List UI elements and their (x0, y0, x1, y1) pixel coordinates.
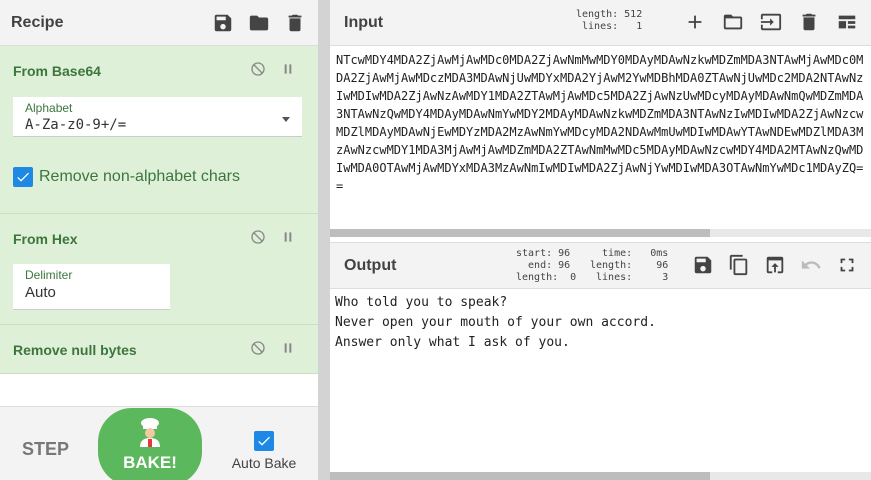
alphabet-value: A-Za-z0-9+/= (25, 117, 127, 133)
output-line: Answer only what I ask of you. (335, 335, 570, 350)
maximise-output-button[interactable] (835, 253, 859, 277)
copy-output-button[interactable] (727, 253, 751, 277)
operation-remove-null-bytes[interactable]: Remove null bytes (0, 325, 318, 374)
upload-box-icon (766, 256, 784, 274)
save-icon (214, 14, 232, 31)
trash-icon (802, 13, 816, 31)
operation-controls (250, 229, 296, 245)
undo-icon (801, 260, 821, 269)
disable-icon[interactable] (250, 61, 266, 77)
output-line: Never open your mouth of your own accord… (335, 315, 656, 330)
io-pane: Input length: 512 lines: 1 NTcwMDY4MDA2Z… (330, 0, 871, 480)
auto-bake-checkbox[interactable] (254, 431, 274, 451)
delimiter-field[interactable]: Delimiter Auto (13, 264, 170, 310)
recipe-header: Recipe (0, 0, 318, 46)
auto-bake-label: Auto Bake (231, 455, 297, 471)
input-header: Input length: 512 lines: 1 (330, 0, 871, 46)
remove-non-alphabet-checkbox-row[interactable]: Remove non-alphabet chars (13, 167, 240, 187)
output-textarea[interactable]: Who told you to speak? Never open your m… (330, 290, 871, 470)
delimiter-value: Auto (25, 284, 56, 301)
output-title: Output (344, 257, 397, 274)
pause-icon[interactable] (280, 340, 296, 356)
recipe-pane: Recipe From Base64 Alphabet A-Za-z0-9+/= (0, 0, 318, 480)
operation-controls (250, 340, 296, 356)
pause-icon[interactable] (280, 61, 296, 77)
plus-icon (688, 15, 702, 29)
output-stats-left: start: 96 end: 96 length: 0 (516, 248, 577, 283)
alphabet-label: Alphabet (25, 101, 73, 115)
delimiter-label: Delimiter (25, 268, 73, 282)
chef-icon (140, 418, 160, 447)
remove-non-alphabet-label: Remove non-alphabet chars (39, 168, 241, 185)
clear-recipe-button[interactable] (283, 11, 307, 35)
bake-button[interactable]: BAKE! (98, 408, 202, 480)
input-stats: length: 512 lines: 1 (576, 9, 643, 32)
save-recipe-button[interactable] (211, 11, 235, 35)
input-scrollbar[interactable] (330, 229, 871, 237)
bake-label: BAKE! (123, 453, 177, 472)
output-toolbar (691, 253, 859, 277)
input-file-icon (760, 13, 782, 31)
replace-input-button[interactable] (763, 253, 787, 277)
save-output-button[interactable] (691, 253, 715, 277)
input-title: Input (344, 14, 384, 31)
undo-button[interactable] (799, 253, 823, 277)
output-scrollbar[interactable] (330, 472, 871, 480)
operation-title: From Hex (13, 231, 78, 247)
fullscreen-icon (840, 258, 854, 272)
reset-layout-button[interactable] (835, 10, 859, 34)
chevron-down-icon[interactable] (282, 117, 290, 122)
output-scrollbar-thumb[interactable] (330, 472, 710, 480)
operation-title: Remove null bytes (13, 342, 137, 358)
disable-icon[interactable] (250, 340, 266, 356)
operation-controls (250, 61, 296, 77)
auto-bake-toggle[interactable]: Auto Bake (232, 431, 296, 471)
recipe-controls: STEP BAKE! Auto Bake (0, 406, 318, 480)
output-header: Output start: 96 end: 96 length: 0 time:… (330, 242, 871, 289)
output-line: Who told you to speak? (335, 295, 508, 310)
operation-from-hex[interactable]: From Hex Delimiter Auto (0, 214, 318, 325)
load-recipe-button[interactable] (247, 11, 271, 35)
remove-non-alphabet-checkbox[interactable] (13, 167, 33, 187)
folder-outline-icon (723, 14, 743, 30)
operation-from-base64[interactable]: From Base64 Alphabet A-Za-z0-9+/= Remove… (0, 46, 318, 214)
clear-input-button[interactable] (797, 10, 821, 34)
input-toolbar (683, 10, 859, 34)
output-stats-right: time: 0ms length: 96 lines: 3 (590, 248, 669, 283)
disable-icon[interactable] (250, 229, 266, 245)
pause-icon[interactable] (280, 229, 296, 245)
folder-icon (249, 15, 269, 30)
alphabet-field[interactable]: Alphabet A-Za-z0-9+/= (13, 97, 302, 137)
step-button[interactable]: STEP (22, 439, 69, 460)
input-scrollbar-thumb[interactable] (330, 229, 710, 237)
open-file-button[interactable] (759, 10, 783, 34)
copy-icon (729, 254, 748, 276)
check-icon (17, 172, 29, 182)
recipe-header-icons (211, 11, 307, 35)
operation-title: From Base64 (13, 63, 101, 79)
add-input-button[interactable] (683, 10, 707, 34)
open-folder-button[interactable] (721, 10, 745, 34)
save-icon (694, 256, 712, 274)
recipe-title: Recipe (11, 13, 64, 31)
layout-icon (838, 15, 856, 29)
trash-icon (288, 14, 302, 31)
pane-divider[interactable] (318, 0, 330, 480)
input-textarea[interactable]: NTcwMDY4MDA2ZjAwMjAwMDc0MDA2ZjAwNmMwMDY0… (330, 46, 871, 228)
check-icon (258, 436, 270, 446)
